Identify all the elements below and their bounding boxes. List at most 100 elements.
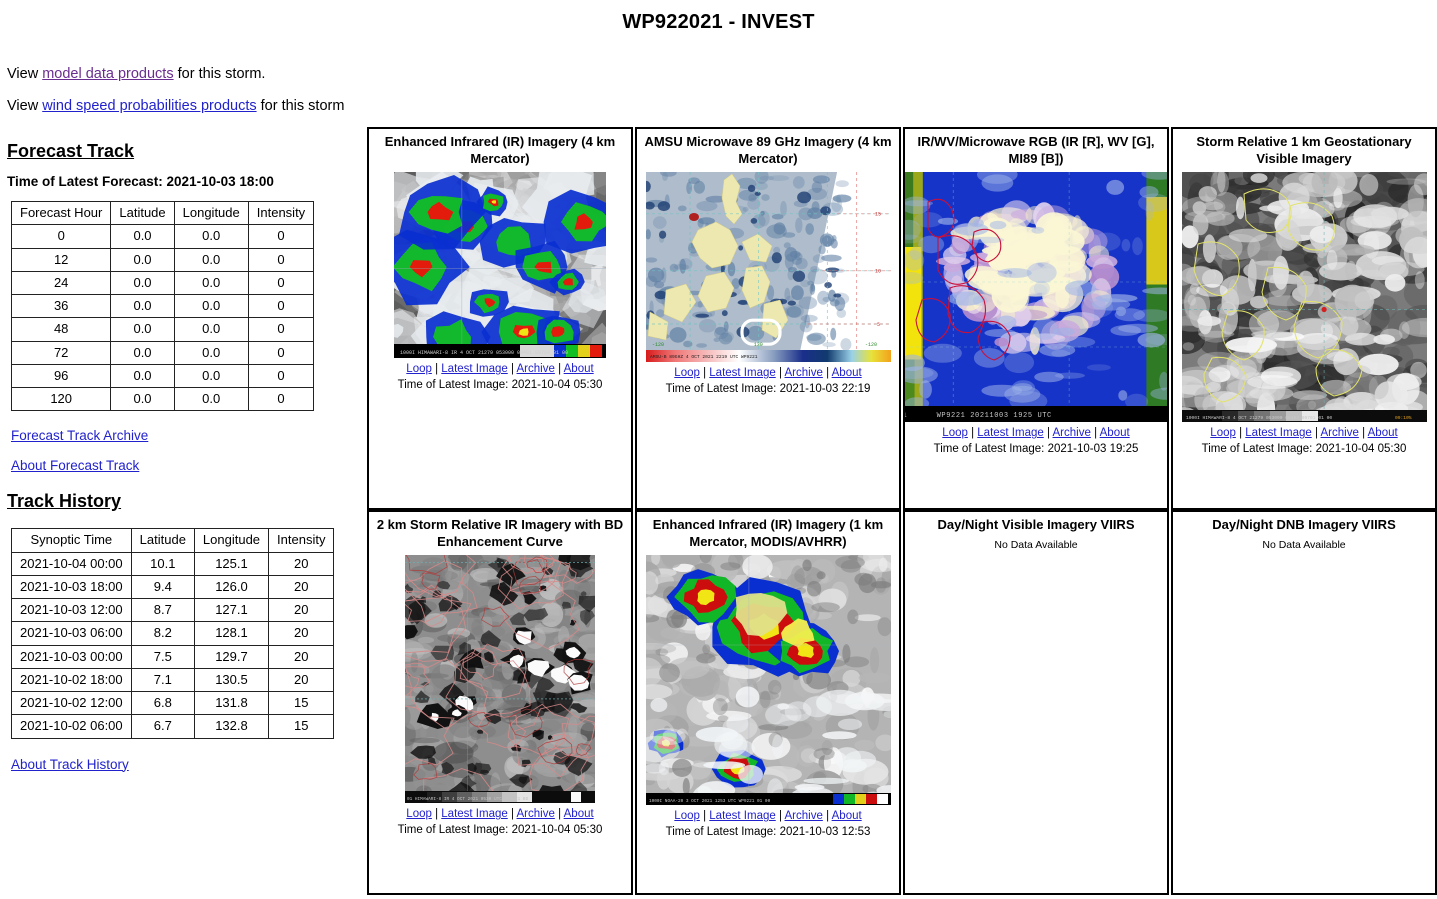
panel-title: 2 km Storm Relative IR Imagery with BD E… [376,517,624,549]
table-cell: 0.0 [110,317,175,342]
loop-link[interactable]: Loop [406,808,432,820]
about-link[interactable]: About [832,810,862,822]
imagery-panel: Day/Night DNB Imagery VIIRS No Data Avail… [1171,510,1437,895]
table-cell: 9.4 [130,574,195,600]
archive-link[interactable]: Archive [517,363,555,375]
no-data-message: No Data Available [1262,538,1346,551]
column-header: Latitude [130,528,195,553]
table-row: 96 0.0 0.0 0 [10,363,315,389]
link-separator: | [967,427,978,440]
no-data-message: No Data Available [994,538,1078,551]
archive-link[interactable]: Archive [517,808,555,820]
table-cell: 10.1 [130,551,195,576]
table-cell: 6.7 [130,714,195,739]
latest-image-time: Time of Latest Image: 2021-10-04 05:30 [397,378,603,391]
latest-image-time: Time of Latest Image: 2021-10-04 05:30 [1201,442,1407,455]
latest-image-link[interactable]: Latest Image [441,363,507,375]
forecast-track-heading: Forecast Track [7,141,135,161]
table-cell: 2021-10-02 06:00 [11,714,132,739]
latest-image-link[interactable]: Latest Image [709,367,775,379]
top-links: View model data products for this storm.… [7,66,707,130]
satellite-image[interactable]: 1000I HIMAWARI-8 4 OCT 21279 053000 0840… [1181,172,1427,423]
table-cell: 128.1 [193,621,270,646]
loop-link[interactable]: Loop [1210,427,1236,439]
about-link[interactable]: About [564,363,594,375]
table-cell: 0 [247,317,315,342]
table-cell: 126.0 [193,574,270,600]
model-data-products-link[interactable]: model data products [42,66,173,82]
table-cell: 20 [268,644,335,669]
table-cell: 2021-10-03 00:00 [11,644,132,669]
about-link[interactable]: About [1100,427,1130,439]
table-cell: 0.0 [173,386,249,412]
latest-image-link[interactable]: Latest Image [709,810,775,822]
archive-link[interactable]: Archive [1053,427,1091,439]
about-forecast-track-link[interactable]: About Forecast Track [11,458,139,473]
link-separator: | [822,810,832,823]
archive-link[interactable]: Archive [1321,427,1359,439]
link-separator: | [822,367,832,380]
table-cell: 0 [247,270,315,296]
loop-link[interactable]: Loop [674,367,700,379]
svg-text:1000I HIMAWARI-8 4 OCT 21279: 1000I HIMAWARI-8 4 OCT 21279 053000 0840… [1186,415,1332,421]
loop-link[interactable]: Loop [406,363,432,375]
imagery-panel: AMSU Microwave 89 GHz Imagery (4 km Merc… [635,127,901,510]
table-cell: 0.0 [110,293,175,319]
imagery-panel-grid: Enhanced Infrared (IR) Imagery (4 km Mer… [367,127,1437,895]
table-row: 2021-10-02 12:00 6.8 131.8 15 [11,690,335,716]
archive-link[interactable]: Archive [785,367,823,379]
image-link-row: Loop | Latest Image | Archive | About [398,807,603,823]
svg-text:130: 130 [753,342,762,348]
svg-text:-120: -120 [865,342,877,348]
panel-title: AMSU Microwave 89 GHz Imagery (4 km Merc… [644,134,892,166]
table-cell: 0 [247,247,315,272]
model-data-products-line: View model data products for this storm. [7,66,707,82]
link-separator: | [507,808,517,821]
table-row: 48 0.0 0.0 0 [10,317,315,342]
image-link-row: Loop | Latest Image | Archive | About [666,366,871,382]
table-cell: 0 [247,293,315,319]
about-link[interactable]: About [832,367,862,379]
latest-image-link[interactable]: Latest Image [977,427,1043,439]
satellite-image[interactable]: 1000I NOAA-20 3 OCT 2021 1253 UTC WP9221… [645,555,891,806]
table-cell: 0 [247,363,315,389]
svg-text:WP9221 20211003 1925 UTC: WP9221 20211003 1925 UTC [937,412,1052,420]
table-cell: 0.0 [110,247,175,272]
table-cell: 0.0 [173,340,249,365]
table-row: 2021-10-02 18:00 7.1 130.5 20 [11,667,335,693]
imagery-panel: 2 km Storm Relative IR Imagery with BD E… [367,510,633,895]
latest-image-link[interactable]: Latest Image [1245,427,1311,439]
satellite-image[interactable]: 01 HIMAWARI-8 IR 4 OCT 2021 0530 UTC WP9… [405,555,595,804]
svg-text:1000I HIMAWARI-8 IR 4 OCT 212: 1000I HIMAWARI-8 IR 4 OCT 21279 053000 0… [400,350,568,356]
table-row: 0 0.0 0.0 0 [10,224,315,249]
table-row: 120 0.0 0.0 0 [10,386,315,412]
loop-link[interactable]: Loop [674,810,700,822]
archive-link[interactable]: Archive [785,810,823,822]
table-cell: 2021-10-03 18:00 [11,574,132,600]
wind-speed-probabilities-link[interactable]: wind speed probabilities products [42,98,256,114]
satellite-image[interactable]: -120 130 -120 15 10 5 AMSU-B 89GHZ 4 OCT 2021… [645,172,891,363]
forecast-track-archive-link[interactable]: Forecast Track Archive [11,428,148,443]
forecast-track-archive-row: Forecast Track Archive [11,428,357,443]
table-cell: 2021-10-03 12:00 [11,597,132,623]
about-link[interactable]: About [1368,427,1398,439]
svg-text:1: 1 [903,412,907,419]
table-cell: 0.0 [110,270,175,296]
table-cell: 130.5 [193,667,270,693]
latest-image-link[interactable]: Latest Image [441,808,507,820]
about-link[interactable]: About [564,808,594,820]
satellite-image[interactable]: WP9221 20211003 1925 UTC 1 [903,172,1167,423]
about-track-history-link[interactable]: About Track History [11,757,129,772]
loop-link[interactable]: Loop [942,427,968,439]
table-cell: 129.7 [193,644,270,669]
link-separator: | [1235,427,1246,440]
imagery-panel: Enhanced Infrared (IR) Imagery (4 km Mer… [367,127,633,510]
svg-text:09:10%: 09:10% [1395,415,1412,421]
satellite-image[interactable]: 1000I HIMAWARI-8 IR 4 OCT 21279 053000 0… [394,172,606,359]
table-cell: 0 [10,224,112,249]
table-cell: 0.0 [173,317,249,342]
table-cell: 0.0 [173,270,249,296]
link-separator: | [1311,427,1321,440]
table-cell: 120 [10,386,112,412]
link-separator: | [699,367,710,380]
